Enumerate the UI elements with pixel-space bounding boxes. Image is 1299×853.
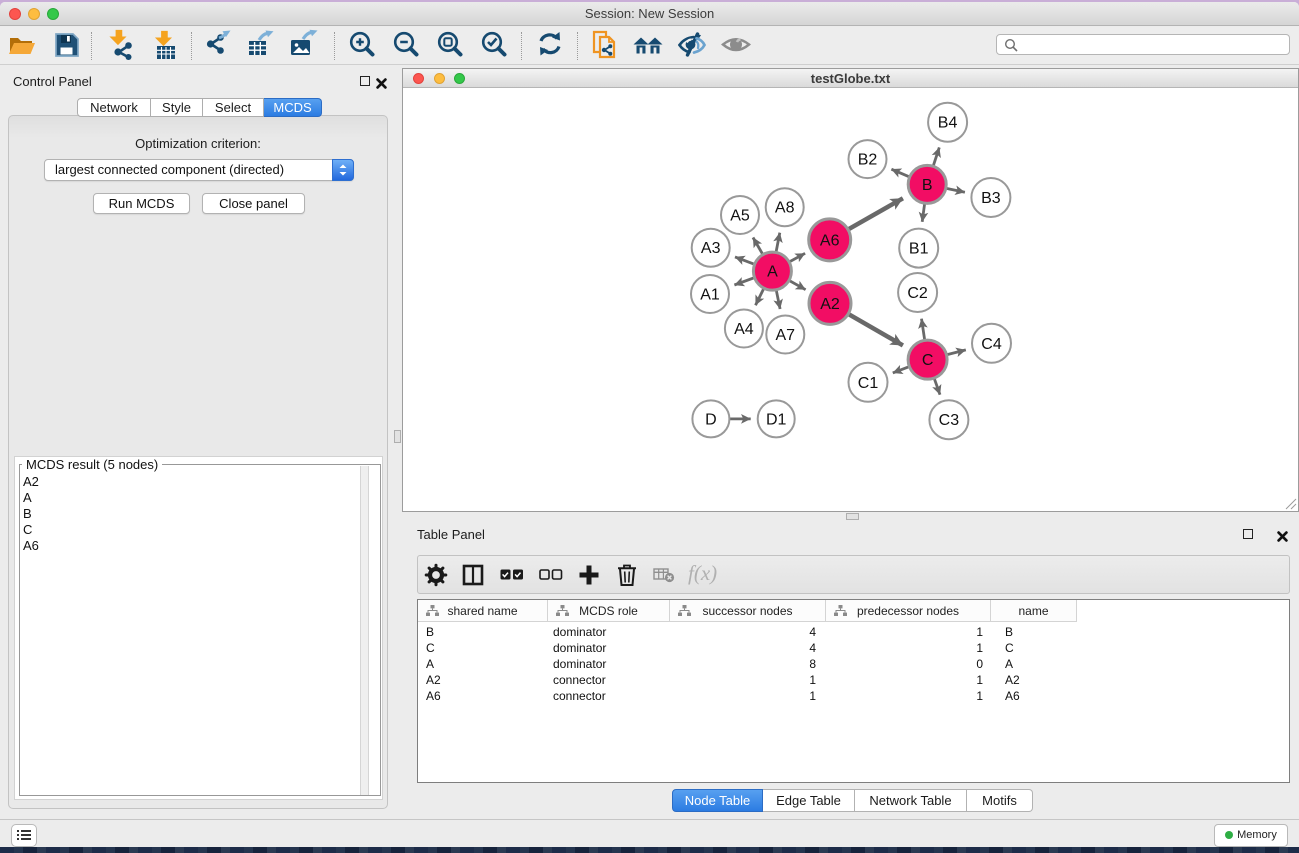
svg-text:C4: C4 (981, 336, 1002, 353)
svg-text:A4: A4 (734, 321, 754, 338)
svg-text:B3: B3 (981, 190, 1001, 207)
svg-text:A3: A3 (701, 240, 721, 257)
svg-text:B2: B2 (858, 152, 878, 169)
svg-text:A2: A2 (820, 296, 840, 313)
svg-text:A5: A5 (730, 208, 750, 225)
svg-text:B1: B1 (909, 241, 929, 258)
svg-text:C: C (922, 352, 934, 369)
svg-text:A7: A7 (776, 327, 796, 344)
svg-text:C2: C2 (907, 285, 928, 302)
svg-text:B: B (922, 177, 933, 194)
svg-text:D1: D1 (766, 411, 787, 428)
svg-text:A8: A8 (775, 200, 795, 217)
svg-text:C1: C1 (858, 375, 879, 392)
svg-text:C3: C3 (939, 412, 960, 429)
svg-text:B4: B4 (938, 115, 958, 132)
svg-text:A: A (767, 264, 778, 281)
svg-text:A6: A6 (820, 232, 840, 249)
svg-text:D: D (705, 411, 717, 428)
svg-text:A1: A1 (700, 287, 720, 304)
